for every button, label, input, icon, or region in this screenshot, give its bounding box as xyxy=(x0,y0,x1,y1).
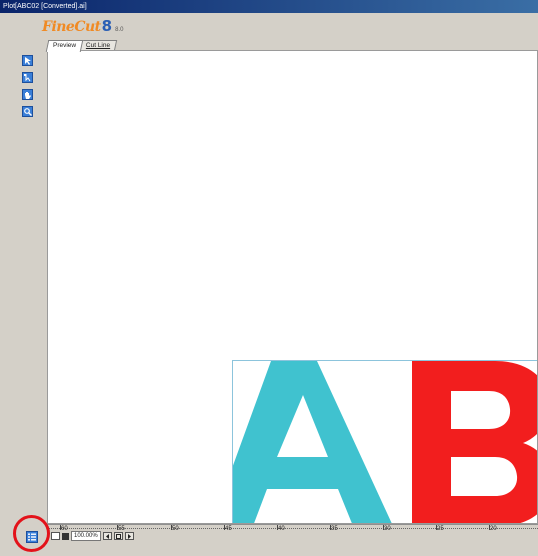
node-edit-icon xyxy=(24,73,31,81)
ruler-tick: 25 xyxy=(436,525,444,532)
zoom-level: 100.00% xyxy=(71,531,101,541)
zoom-square-icon xyxy=(62,532,69,540)
ruler-tick: 30 xyxy=(383,525,391,532)
ruler-tick: 45 xyxy=(224,525,232,532)
zoom-fit-button[interactable] xyxy=(51,532,60,540)
app-logo: FineCut 8 8.0 xyxy=(42,17,123,37)
select-tool-button[interactable] xyxy=(22,55,33,66)
hand-tool-button[interactable] xyxy=(22,89,33,100)
window-icon xyxy=(115,533,121,539)
select-icon xyxy=(25,56,31,65)
tool-palette xyxy=(22,55,36,123)
ruler-tick: 35 xyxy=(330,525,338,532)
logo-brand: FineCut xyxy=(42,19,101,35)
zoom-tool-button[interactable] xyxy=(22,106,33,117)
chevron-left-icon xyxy=(105,533,109,539)
zoom-window-button[interactable] xyxy=(113,532,123,540)
logo-version: 8.0 xyxy=(115,27,124,33)
preview-canvas[interactable] xyxy=(47,50,538,524)
chevron-right-icon xyxy=(127,533,131,539)
ruler-tick: 50 xyxy=(171,525,179,532)
letter-a xyxy=(233,361,392,523)
hand-icon xyxy=(24,91,31,99)
node-edit-tool-button[interactable] xyxy=(22,72,33,83)
highlight-circle-annotation xyxy=(13,515,50,552)
zoom-out-button[interactable] xyxy=(102,532,112,540)
logo-major: 8 xyxy=(101,17,113,35)
ruler-tick: 20 xyxy=(489,525,497,532)
zoom-controls: 100.00% xyxy=(51,531,134,541)
tab-preview[interactable]: Preview xyxy=(45,40,84,52)
zoom-icon xyxy=(23,107,32,116)
zoom-in-button[interactable] xyxy=(124,532,134,540)
window-title: Plot[ABC02 [Converted].ai] xyxy=(0,0,538,13)
artwork-letters xyxy=(233,361,537,523)
ruler-tick: 40 xyxy=(277,525,285,532)
status-bar: 60 55 50 45 40 35 30 25 20 100.00% xyxy=(47,524,538,541)
artwork-bounding-box[interactable] xyxy=(232,360,537,523)
letter-b xyxy=(412,361,537,523)
